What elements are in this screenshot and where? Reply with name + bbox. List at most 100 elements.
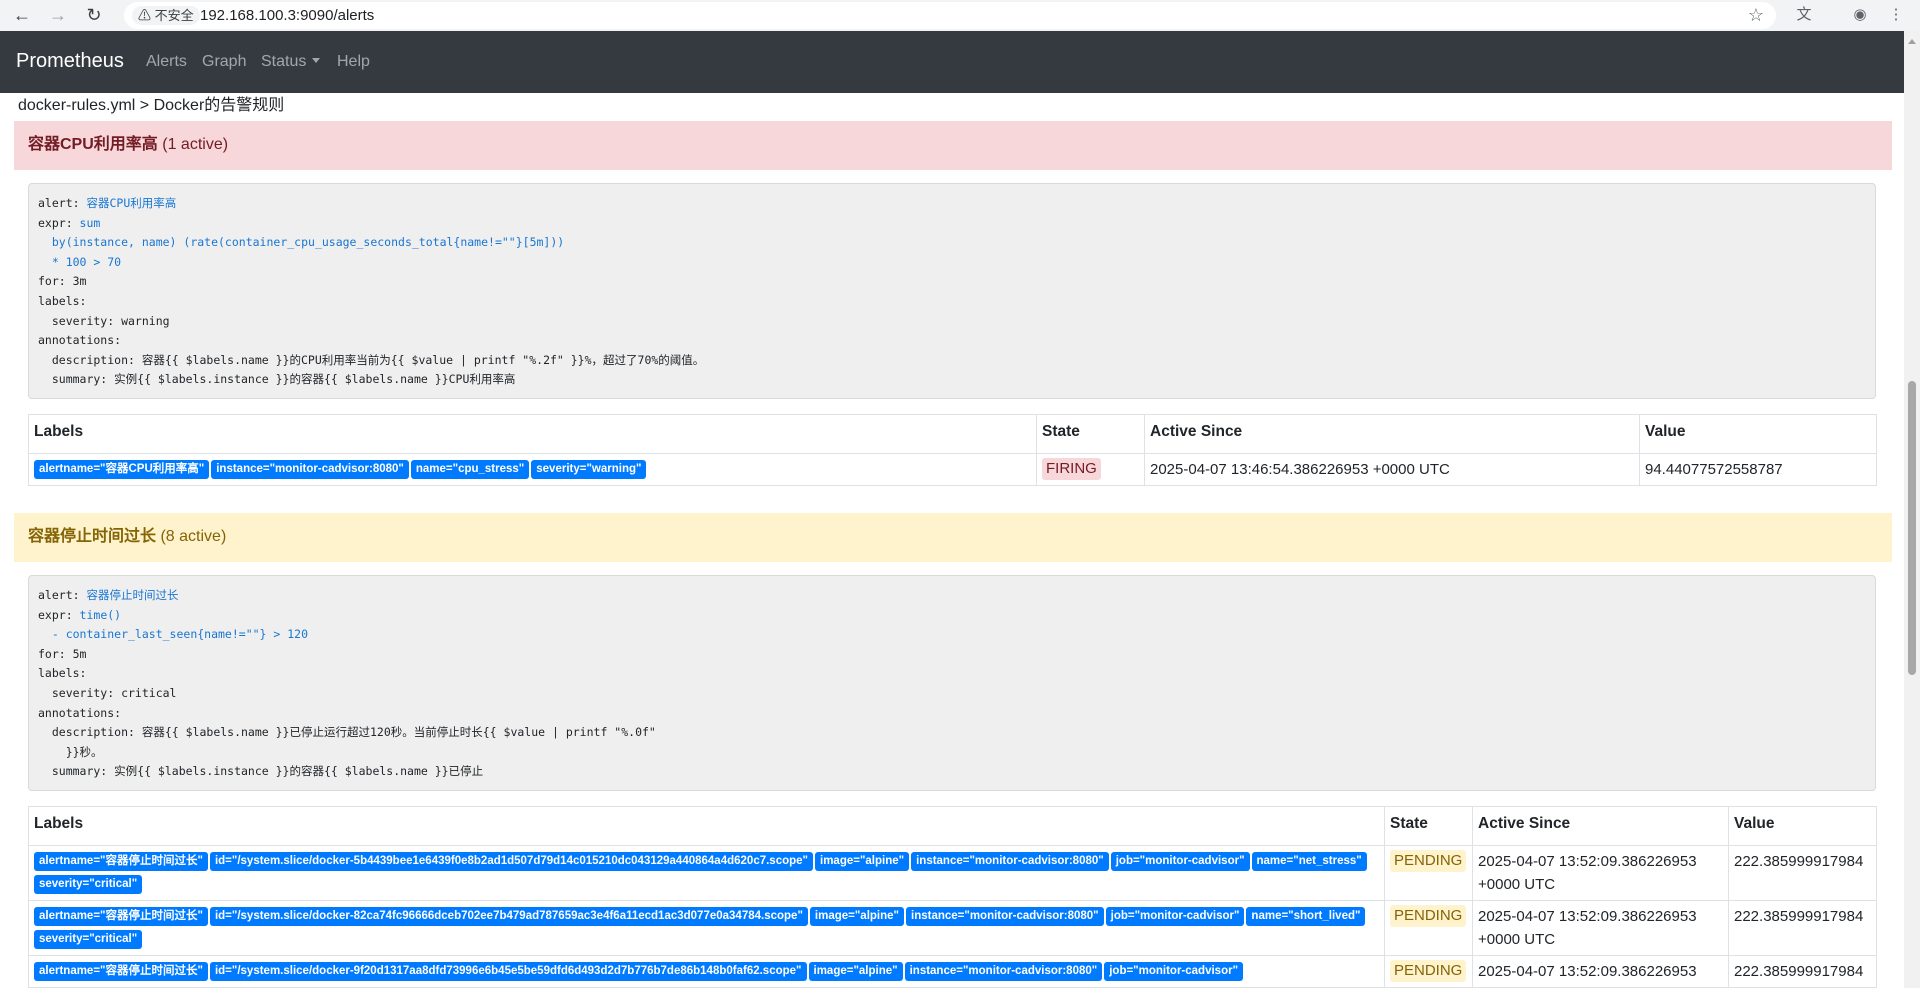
def-line: for: 5m [38, 646, 87, 661]
rule-group-title: docker-rules.yml > Docker的告警规则 [18, 97, 285, 114]
value-cell: 94.44077572558787 [1639, 453, 1877, 486]
label-badge: image="alpine" [808, 962, 903, 981]
def-line: for: 3m [38, 274, 87, 289]
col-state: State [1036, 414, 1145, 454]
url-text[interactable]: 192.168.100.3:9090/alerts [200, 6, 374, 25]
nav-graph[interactable]: Graph [202, 52, 246, 72]
nav-status[interactable]: Status [261, 52, 321, 72]
label-badge: severity="warning" [531, 460, 647, 479]
reload-icon[interactable]: ↻ [82, 3, 106, 27]
def-line: annotations: [38, 705, 122, 720]
label-badge: name="cpu_stress" [410, 460, 530, 479]
label-badge: instance="monitor-cadvisor:8080" [904, 962, 1103, 981]
translate-icon[interactable]: 文 [1792, 4, 1816, 26]
value-cell: 222.385999917984 [1728, 955, 1877, 988]
profile-icon[interactable]: ◉ [1848, 4, 1872, 26]
expr-line[interactable]: * 100 > 70 [38, 255, 121, 269]
label-badge: image="alpine" [815, 852, 910, 871]
state-cell: PENDING [1384, 955, 1473, 988]
active-since-cell: 2025-04-07 13:46:54.386226953 +0000 UTC [1144, 453, 1640, 486]
def-line: }}秒。 [38, 744, 103, 759]
state-cell: PENDING [1384, 900, 1473, 956]
menu-icon[interactable]: ⋮ [1884, 4, 1908, 26]
label-badge: instance="monitor-cadvisor:8080" [911, 852, 1109, 871]
table-header-row: Labels State Active Since Value [28, 414, 1877, 454]
def-line: labels: [38, 666, 87, 681]
label-badge: severity="critical" [34, 875, 143, 894]
rule-name: 容器CPU利用率高 [28, 136, 158, 153]
label-badge: instance="monitor-cadvisor:8080" [906, 907, 1104, 926]
nav-status-label: Status [261, 53, 307, 70]
browser-toolbar: ← → ↻ ⚠ 不安全 192.168.100.3:9090/alerts ☆ … [0, 0, 1920, 31]
def-key: expr: [38, 607, 80, 622]
label-badge: instance="monitor-cadvisor:8080" [211, 460, 409, 479]
security-label: 不安全 [154, 8, 194, 23]
rule-header-container-stopped[interactable]: 容器停止时间过长 (8 active) [14, 513, 1892, 562]
def-key: expr: [38, 215, 80, 230]
alerts-page: docker-rules.yml > Docker的告警规则 容器CPU利用率高… [0, 93, 1904, 988]
col-value: Value [1728, 806, 1877, 846]
expr-line[interactable]: - container_last_seen{name!=""} > 120 [38, 627, 308, 641]
def-key: alert: [38, 588, 87, 602]
active-since-cell: 2025-04-07 13:52:09.386226953 +0000 UTC [1472, 845, 1729, 901]
brand-link[interactable]: Prometheus [16, 49, 124, 73]
active-since-cell: 2025-04-07 13:52:09.386226953 [1472, 955, 1729, 988]
nav-help[interactable]: Help [337, 52, 370, 72]
alert-name-link[interactable]: 容器停止时间过长 [86, 588, 178, 602]
col-active-since: Active Since [1472, 806, 1729, 846]
alert-name-link[interactable]: 容器CPU利用率高 [86, 196, 176, 210]
expr-line[interactable]: by(instance, name) (rate(container_cpu_u… [38, 235, 564, 249]
expr-link[interactable]: sum [80, 216, 101, 230]
back-icon[interactable]: ← [10, 3, 34, 27]
expr-link[interactable]: time() [80, 608, 122, 622]
state-badge: PENDING [1390, 905, 1467, 927]
label-badge: job="monitor-cadvisor" [1110, 852, 1250, 871]
label-badge: alertname="容器停止时间过长" [34, 907, 208, 926]
label-badge: name="short_lived" [1246, 907, 1366, 926]
rule-definition: alert: 容器CPU利用率高 expr: sum by(instance, … [28, 183, 1876, 399]
nav-alerts[interactable]: Alerts [146, 52, 187, 72]
navbar: Prometheus Alerts Graph Status Help [0, 31, 1904, 93]
address-bar[interactable]: ⚠ 不安全 192.168.100.3:9090/alerts ☆ [124, 2, 1776, 29]
scrollbar[interactable] [1904, 31, 1920, 988]
def-line: severity: warning [38, 313, 170, 328]
security-chip[interactable]: ⚠ 不安全 [132, 6, 200, 25]
active-count: (8 active) [160, 528, 227, 545]
col-value: Value [1639, 414, 1877, 454]
def-line: severity: critical [38, 685, 177, 700]
alerts-table: Labels State Active Since Value alertnam… [28, 806, 1877, 988]
rule-definition: alert: 容器停止时间过长 expr: time() - container… [28, 575, 1876, 791]
col-state: State [1384, 806, 1473, 846]
table-row: alertname="容器停止时间过长" id="/system.slice/do… [28, 955, 1877, 988]
label-badge: alertname="容器停止时间过长" [34, 962, 208, 981]
table-row: alertname="容器停止时间过长" id="/system.slice/do… [28, 845, 1877, 901]
def-key: alert: [38, 196, 87, 210]
state-cell: FIRING [1036, 453, 1145, 486]
table-header-row: Labels State Active Since Value [28, 806, 1877, 846]
forward-icon[interactable]: → [46, 3, 70, 27]
def-line: summary: 实例{{ $labels.instance }}的容器{{ $… [38, 372, 516, 387]
label-badge: id="/system.slice/docker-9f20d1317aa8dfd… [209, 962, 807, 981]
labels-cell: alertname="容器停止时间过长" id="/system.slice/do… [28, 955, 1385, 988]
labels-cell: alertname="容器CPU利用率高" instance="monitor-c… [28, 453, 1037, 486]
scroll-up-icon[interactable] [1908, 39, 1916, 44]
labels-cell: alertname="容器停止时间过长" id="/system.slice/do… [28, 845, 1385, 901]
active-count: (1 active) [162, 136, 229, 153]
active-since-cell: 2025-04-07 13:52:09.386226953 +0000 UTC [1472, 900, 1729, 956]
col-labels: Labels [28, 806, 1385, 846]
table-row: alertname="容器CPU利用率高" instance="monitor-c… [28, 453, 1877, 486]
state-badge: PENDING [1390, 850, 1467, 872]
def-line: description: 容器{{ $labels.name }}的CPU利用率… [38, 352, 705, 367]
table-row: alertname="容器停止时间过长" id="/system.slice/do… [28, 900, 1877, 956]
rule-header-cpu-high[interactable]: 容器CPU利用率高 (1 active) [14, 121, 1892, 170]
def-line: annotations: [38, 333, 122, 348]
star-icon[interactable]: ☆ [1748, 4, 1764, 26]
def-line: description: 容器{{ $labels.name }}已停止运行超过… [38, 725, 656, 740]
label-badge: job="monitor-cadvisor" [1105, 907, 1245, 926]
state-badge: FIRING [1042, 458, 1101, 480]
value-cell: 222.385999917984 [1728, 900, 1877, 956]
labels-cell: alertname="容器停止时间过长" id="/system.slice/do… [28, 900, 1385, 956]
def-line: summary: 实例{{ $labels.instance }}的容器{{ $… [38, 764, 484, 779]
warning-icon: ⚠ [138, 8, 152, 23]
scrollbar-thumb[interactable] [1908, 381, 1916, 675]
